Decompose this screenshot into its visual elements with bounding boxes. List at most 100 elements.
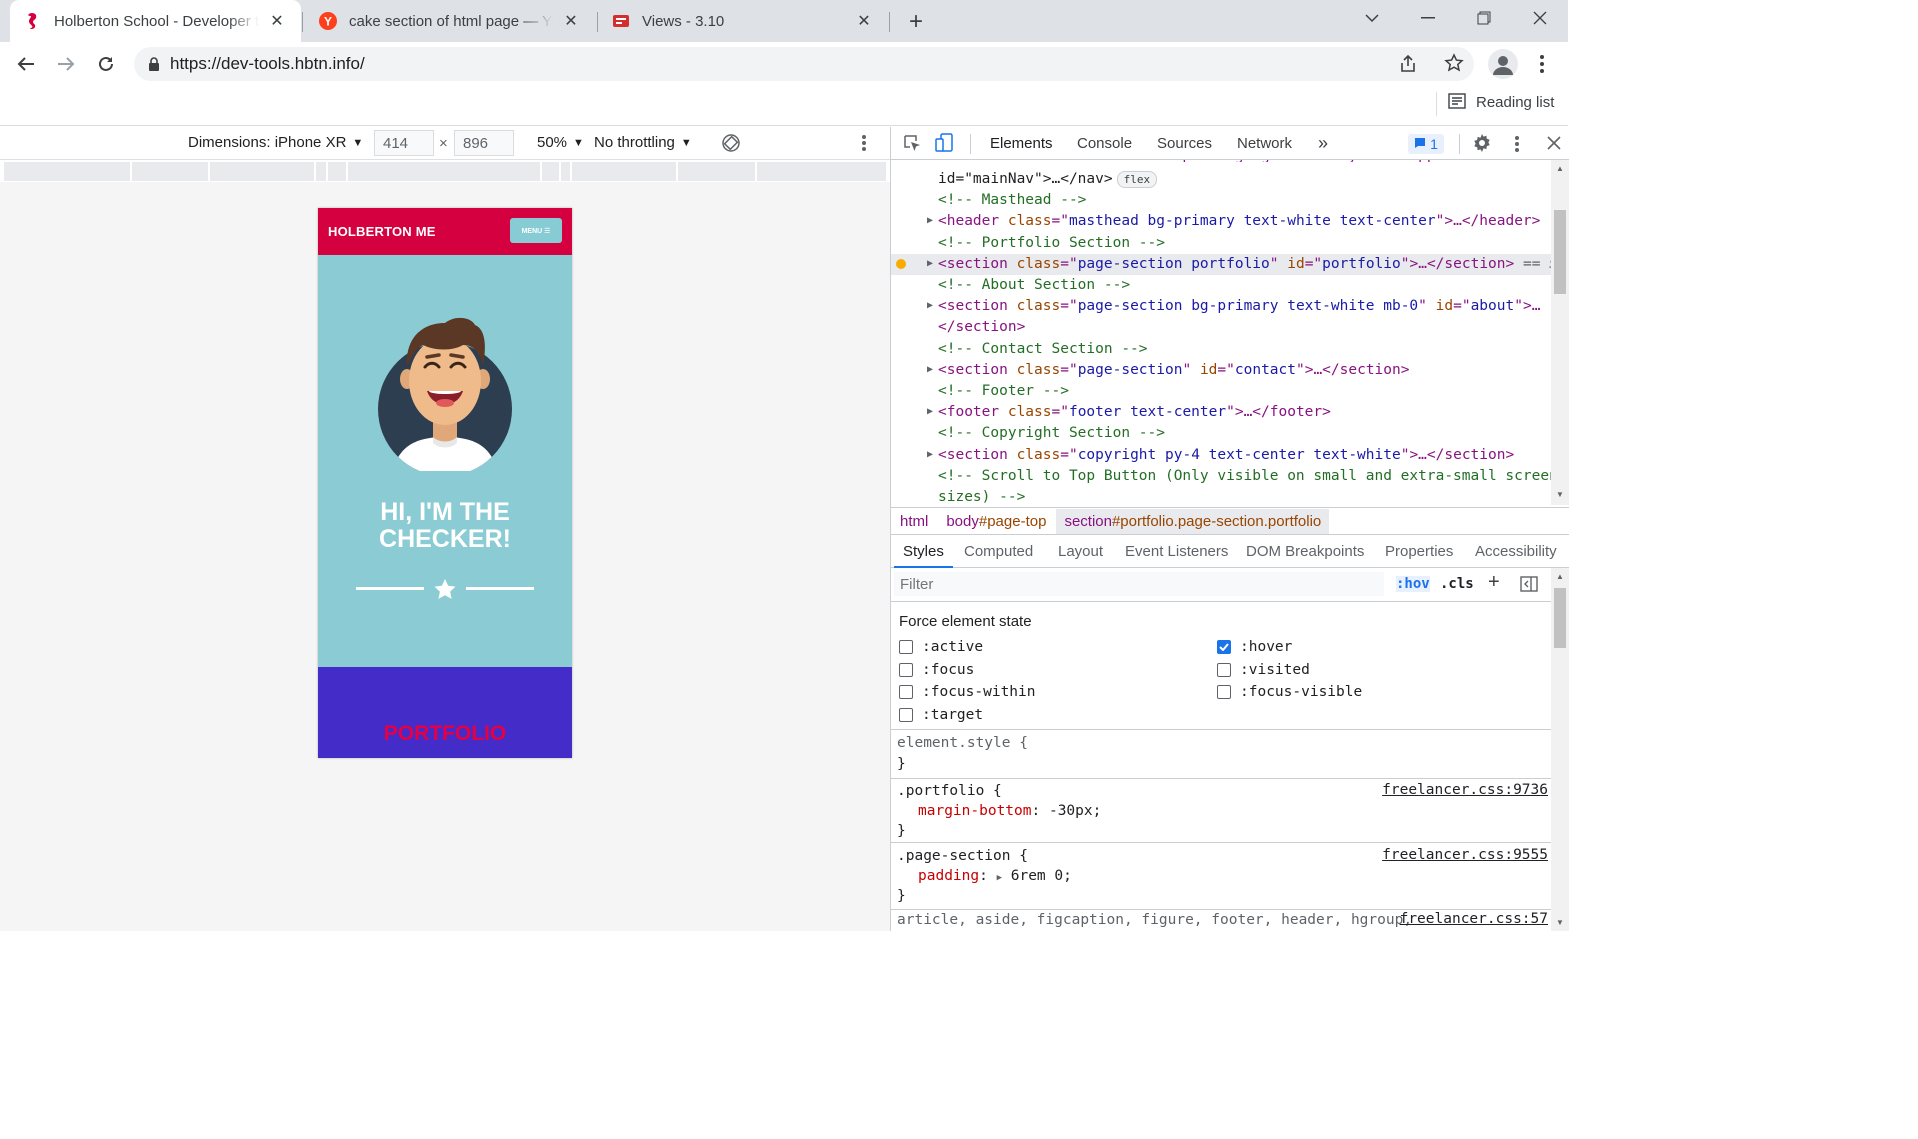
issues-badge[interactable]: 1 xyxy=(1408,134,1444,154)
restore-icon[interactable] xyxy=(1456,0,1512,36)
device-toggle-icon[interactable] xyxy=(935,133,955,157)
state-focus-within-checkbox[interactable]: :focus-within xyxy=(899,684,1036,700)
bookmark-star-icon[interactable] xyxy=(1444,53,1464,76)
styles-scrollbar[interactable]: ▲ ▼ xyxy=(1551,568,1569,931)
state-focus-visible-checkbox[interactable]: :focus-visible xyxy=(1217,684,1362,700)
site-brand[interactable]: HOLBERTON ME xyxy=(328,224,436,239)
tab-properties[interactable]: Properties xyxy=(1385,536,1453,568)
new-style-rule-plus-icon[interactable]: + xyxy=(1488,571,1500,594)
devtools-close-icon[interactable] xyxy=(1547,136,1561,154)
dom-line[interactable]: <!-- Portfolio Section --> xyxy=(938,233,1165,254)
profile-avatar-icon[interactable] xyxy=(1488,49,1518,79)
dom-line[interactable]: <header class="masthead bg-primary text-… xyxy=(938,211,1540,232)
state-focus-checkbox[interactable]: :focus xyxy=(899,662,974,678)
rule-declaration[interactable]: margin-bottom: -30px; xyxy=(918,801,1101,822)
device-toolbar-more-icon[interactable] xyxy=(862,135,866,151)
dom-line[interactable]: <section class="copyright py-4 text-cent… xyxy=(938,445,1514,466)
new-tab-plus-icon[interactable]: + xyxy=(902,8,930,36)
tab-views[interactable]: Views - 3.10 ✕ xyxy=(598,0,888,42)
rule-selector[interactable]: element.style { xyxy=(897,733,1028,754)
tab-computed[interactable]: Computed xyxy=(964,536,1033,568)
emulated-viewport: HOLBERTON ME MENU ☰ HI, I'M THE CHECKER!… xyxy=(0,182,890,931)
dom-line[interactable]: <!-- Contact Section --> xyxy=(938,339,1148,360)
rule-source-link[interactable]: freelancer.css:9736 xyxy=(1382,782,1548,798)
close-window-icon[interactable] xyxy=(1512,0,1568,36)
dom-line[interactable]: id="mainNav">…</nav> flex xyxy=(938,169,1158,190)
back-arrow-icon[interactable] xyxy=(10,48,42,80)
flex-badge[interactable]: flex xyxy=(1116,170,1158,188)
dom-line[interactable]: <!-- Footer --> xyxy=(938,381,1069,402)
dom-scrollbar[interactable]: ▲ ▼ xyxy=(1551,160,1569,505)
state-target-checkbox[interactable]: :target xyxy=(899,707,983,723)
dimensions-label: Dimensions: iPhone XR xyxy=(188,134,347,151)
rule-selector[interactable]: .portfolio { xyxy=(897,781,1002,802)
tab-search-chevron-icon[interactable] xyxy=(1344,0,1400,36)
expand-triangle-icon[interactable]: ▶ xyxy=(927,449,933,460)
inspect-element-icon[interactable] xyxy=(903,134,921,156)
tab-title: Views - 3.10 xyxy=(642,12,725,30)
media-query-ruler[interactable] xyxy=(4,162,886,181)
dom-line[interactable]: <!-- Masthead --> xyxy=(938,190,1086,211)
dom-line[interactable]: <section class="page-section bg-primary … xyxy=(938,296,1540,317)
tab-layout[interactable]: Layout xyxy=(1058,536,1103,568)
tab-close-icon[interactable]: ✕ xyxy=(561,11,581,31)
zoom-dropdown[interactable]: 50% ▼ xyxy=(537,134,584,151)
tab-event-listeners[interactable]: Event Listeners xyxy=(1125,536,1228,568)
tab-accessibility[interactable]: Accessibility xyxy=(1475,536,1557,568)
breadcrumb-html[interactable]: html xyxy=(900,513,928,530)
dom-line[interactable]: <!-- Scroll to Top Button (Only visible … xyxy=(938,466,1551,487)
tab-holberton[interactable]: Holberton School - Developer to ✕ xyxy=(10,0,301,42)
cls-toggle[interactable]: .cls xyxy=(1440,576,1474,592)
dom-line[interactable]: <!-- About Section --> xyxy=(938,275,1130,296)
tab-sources[interactable]: Sources xyxy=(1157,127,1212,160)
address-bar[interactable]: https://dev-tools.hbtn.info/ xyxy=(134,47,1474,81)
rule-selector[interactable]: .page-section { xyxy=(897,846,1028,867)
minimize-icon[interactable] xyxy=(1400,0,1456,36)
toggle-sidebar-icon[interactable] xyxy=(1520,576,1538,596)
more-tabs-icon[interactable]: » xyxy=(1318,127,1328,160)
breadcrumb-body[interactable]: body#page-top xyxy=(946,513,1046,530)
rule-source-link[interactable]: freelancer.css:9555 xyxy=(1382,847,1548,863)
expand-triangle-icon[interactable]: ▶ xyxy=(927,215,933,226)
rotate-icon[interactable] xyxy=(721,133,741,157)
expand-triangle-icon[interactable]: ▶ xyxy=(927,258,933,269)
tab-elements[interactable]: Elements xyxy=(990,127,1053,160)
state-active-checkbox[interactable]: :active xyxy=(899,639,983,655)
reading-list-button[interactable]: Reading list xyxy=(1448,93,1554,112)
menu-button[interactable]: MENU ☰ xyxy=(510,218,562,243)
expand-triangle-icon[interactable]: ▶ xyxy=(927,364,933,375)
state-hover-checkbox[interactable]: :hover xyxy=(1217,639,1292,655)
share-icon[interactable] xyxy=(1398,54,1418,77)
expand-triangle-icon[interactable]: ▶ xyxy=(927,406,933,417)
tab-styles[interactable]: Styles xyxy=(894,536,953,568)
expand-triangle-icon[interactable]: ▶ xyxy=(927,300,933,311)
dom-line[interactable]: <footer class="footer text-center">…</fo… xyxy=(938,402,1331,423)
tab-yandex[interactable]: Y cake section of html page — Yan ✕ xyxy=(305,0,595,42)
dom-line[interactable]: <section class="page-section portfolio" … xyxy=(938,254,1551,275)
tab-network[interactable]: Network xyxy=(1237,127,1292,160)
dom-line[interactable]: </section> xyxy=(938,317,1025,338)
rule-selector[interactable]: article, aside, figcaption, figure, foot… xyxy=(897,910,1412,931)
dom-line[interactable]: <!-- Copyright Section --> xyxy=(938,423,1165,444)
tab-close-icon[interactable]: ✕ xyxy=(267,11,287,31)
tab-dom-breakpoints[interactable]: DOM Breakpoints xyxy=(1246,536,1364,568)
tab-console[interactable]: Console xyxy=(1077,127,1132,160)
dom-line[interactable]: <section class="page-section" id="contac… xyxy=(938,360,1409,381)
rule-declaration[interactable]: padding: ▶ 6rem 0; xyxy=(918,866,1072,887)
dom-line[interactable]: sizes) --> xyxy=(938,487,1025,505)
browser-menu-kebab-icon[interactable] xyxy=(1530,52,1554,76)
rule-source-link[interactable]: freelancer.css:57 xyxy=(1400,911,1548,927)
tab-close-icon[interactable]: ✕ xyxy=(854,11,874,31)
hov-toggle[interactable]: :hov xyxy=(1396,576,1430,592)
device-dimensions-dropdown[interactable]: Dimensions: iPhone XR ▼ xyxy=(188,134,363,151)
settings-gear-icon[interactable] xyxy=(1473,134,1491,156)
state-visited-checkbox[interactable]: :visited xyxy=(1217,662,1310,678)
reload-icon[interactable] xyxy=(90,48,122,80)
breadcrumb-section[interactable]: section#portfolio.page-section.portfolio xyxy=(1056,508,1330,534)
styles-filter-input[interactable] xyxy=(894,572,1384,596)
device-width-input[interactable]: 414 xyxy=(374,130,434,156)
devtools-more-icon[interactable] xyxy=(1515,136,1519,152)
forward-arrow-icon[interactable] xyxy=(50,48,82,80)
throttling-dropdown[interactable]: No throttling ▼ xyxy=(594,134,692,151)
device-height-input[interactable]: 896 xyxy=(454,130,514,156)
